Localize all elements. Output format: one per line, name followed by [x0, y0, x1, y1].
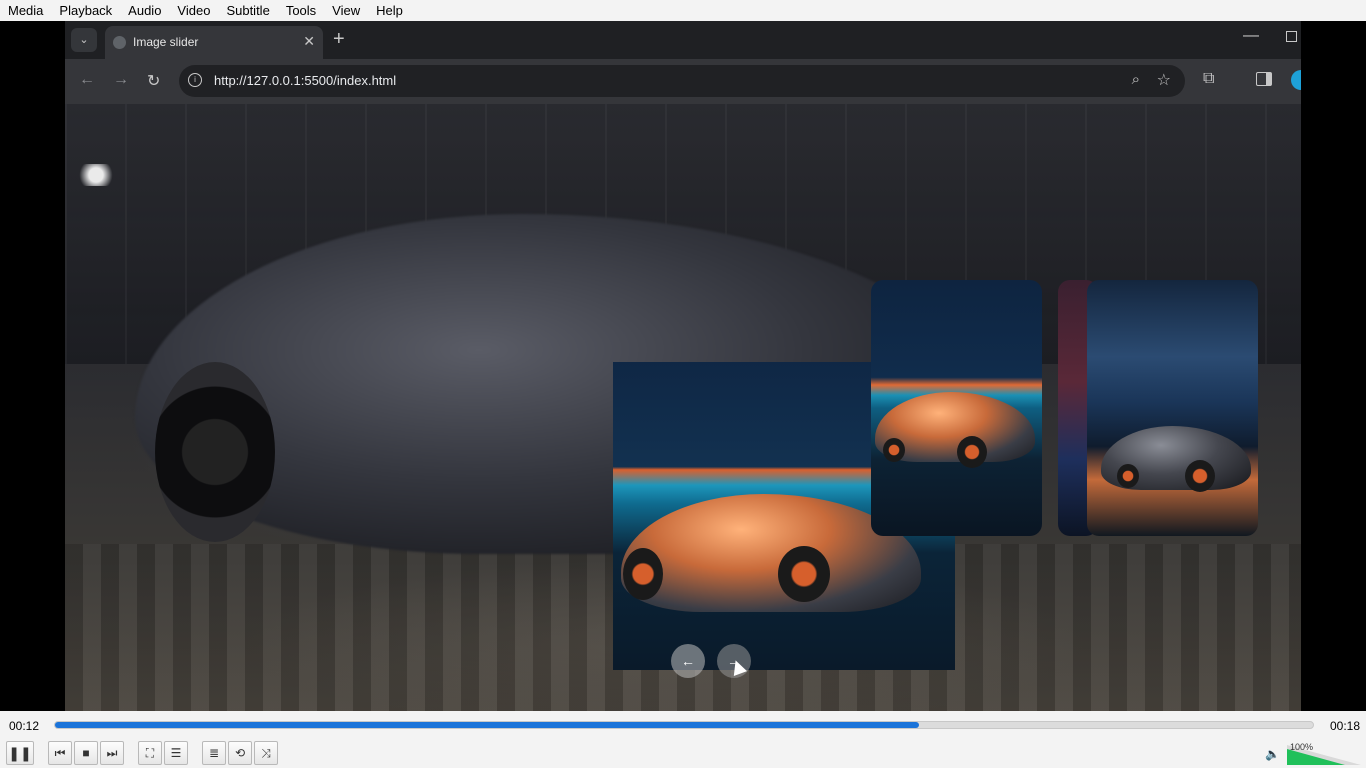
tab-favicon-icon [113, 36, 126, 49]
playlist-button[interactable]: ≣ [202, 741, 226, 765]
stop-button[interactable]: ■ [74, 741, 98, 765]
url-text: http://127.0.0.1:5500/index.html [214, 73, 397, 88]
car-wheel-image [957, 436, 987, 468]
menu-tools[interactable]: Tools [278, 0, 324, 21]
browser-toolbar: ← → ↻ i http://127.0.0.1:5500/index.html… [65, 59, 1301, 104]
car-wheel-image [778, 546, 830, 602]
menu-playback[interactable]: Playback [51, 0, 120, 21]
page-viewport: ← → [65, 104, 1301, 711]
extensions-icon: ⧉ [1203, 70, 1215, 87]
speaker-icon[interactable]: 🔈 [1265, 747, 1280, 761]
back-icon: ← [79, 71, 95, 88]
pause-icon: ❚❚ [8, 745, 32, 761]
car-wheel-image [883, 438, 905, 462]
minimize-icon: — [1243, 27, 1259, 44]
address-bar: i http://127.0.0.1:5500/index.html ⌕ ☆ [179, 65, 1185, 97]
background-car-wheel-image [155, 362, 275, 542]
menu-view[interactable]: View [324, 0, 368, 21]
car-wheel-image [623, 548, 663, 600]
player-controls: ❚❚ ⏮ ■ ⏭ ⛶ ☰ ≣ ⟲ ⤨ 🔈 100% [0, 739, 1366, 768]
fullscreen-button[interactable]: ⛶ [138, 741, 162, 765]
reload-icon: ↻ [147, 73, 161, 90]
seek-row: 00:12 00:18 [0, 711, 1366, 739]
tab-search-dropdown-icon: ⌄ [71, 28, 97, 52]
car-wheel-image [1117, 464, 1139, 488]
browser-tab: Image slider ✕ [105, 26, 323, 59]
fullscreen-icon: ⛶ [145, 746, 155, 760]
total-time: 00:18 [1330, 719, 1361, 733]
next-button[interactable]: ⏭ [100, 741, 124, 765]
slider-thumbnail-2 [1087, 280, 1258, 536]
seek-slider-fill [55, 722, 920, 728]
loop-icon: ⟲ [234, 746, 246, 760]
tab-close-icon: ✕ [303, 33, 315, 49]
profile-avatar [1291, 70, 1301, 90]
restore-icon [1286, 31, 1297, 42]
menu-audio[interactable]: Audio [120, 0, 169, 21]
side-panel-icon [1256, 72, 1272, 86]
menu-video[interactable]: Video [169, 0, 218, 21]
menu-media[interactable]: Media [0, 0, 51, 21]
car-wheel-image [1185, 460, 1215, 492]
video-frame: ⌄ Image slider ✕ + — ← → ↻ i http://127.… [65, 21, 1301, 711]
extended-settings-button[interactable]: ☰ [164, 741, 188, 765]
pause-button[interactable]: ❚❚ [6, 741, 34, 765]
seek-slider[interactable] [54, 721, 1314, 729]
vlc-menubar: Media Playback Audio Video Subtitle Tool… [0, 0, 1366, 21]
menu-help[interactable]: Help [368, 0, 411, 21]
previous-button[interactable]: ⏮ [48, 741, 72, 765]
tab-title: Image slider [133, 35, 199, 49]
site-info-icon: i [188, 73, 202, 87]
menu-subtitle[interactable]: Subtitle [218, 0, 277, 21]
playlist-icon: ≣ [208, 746, 220, 760]
equalizer-icon: ☰ [170, 746, 182, 760]
browser-tabstrip: ⌄ Image slider ✕ + — [65, 21, 1301, 59]
previous-icon: ⏮ [54, 746, 66, 760]
new-tab-icon: + [333, 28, 345, 50]
elapsed-time: 00:12 [9, 719, 40, 733]
forward-icon: → [113, 71, 129, 88]
background-street-lamp-image [75, 164, 117, 186]
stop-icon: ■ [82, 746, 90, 760]
next-icon: ⏭ [106, 746, 118, 760]
volume-percent: 100% [1290, 742, 1314, 752]
zoom-icon: ⌕ [1131, 71, 1140, 88]
shuffle-icon: ⤨ [261, 746, 271, 760]
loop-button[interactable]: ⟲ [228, 741, 252, 765]
random-button[interactable]: ⤨ [254, 741, 278, 765]
slider-thumbnail-1 [871, 280, 1042, 536]
video-area[interactable]: ⌄ Image slider ✕ + — ← → ↻ i http://127.… [0, 21, 1366, 711]
bookmark-star-icon: ☆ [1156, 72, 1171, 89]
slider-prev-arrow-icon: ← [671, 644, 705, 678]
